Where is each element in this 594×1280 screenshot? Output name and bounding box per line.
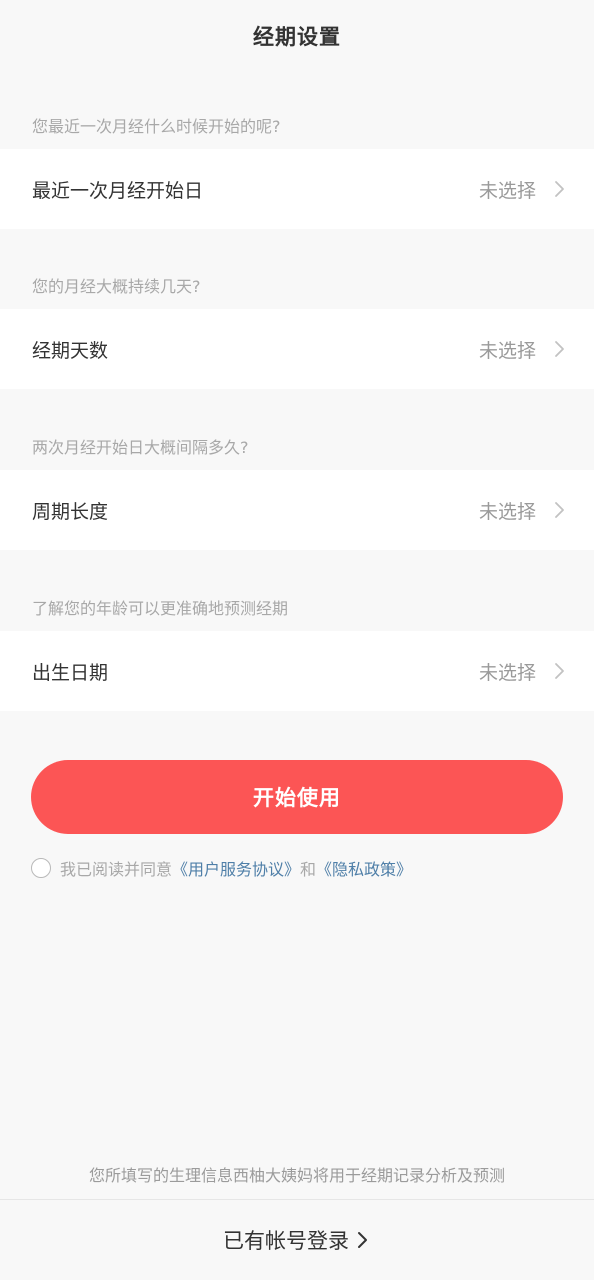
row-period-days[interactable]: 经期天数 未选择 [0,309,594,389]
row-label: 出生日期 [32,661,109,684]
row-value: 未选择 [478,339,536,362]
agreement-prefix: 我已阅读并同意 [60,860,173,879]
footer-note: 您所填写的生理信息西柚大姨妈将用于经期记录分析及预测 [88,1166,505,1185]
start-button[interactable]: 开始使用 [31,760,563,834]
section-hint-last-period: 您最近一次月经什么时候开始的呢? [32,117,281,136]
chevron-right-icon [555,341,564,357]
row-value: 未选择 [478,661,536,684]
row-label: 周期长度 [32,500,109,523]
agreement-checkbox[interactable] [31,858,51,878]
agreement-row: 我已阅读并同意 《用户服务协议》 和 《隐私政策》 [31,857,412,879]
row-label: 经期天数 [32,339,109,362]
chevron-right-icon [555,181,564,197]
existing-account-login-link[interactable]: 已有帐号登录 [0,1200,594,1280]
row-last-period-start[interactable]: 最近一次月经开始日 未选择 [0,149,594,229]
chevron-right-icon [555,502,564,518]
section-hint-period-length: 您的月经大概持续几天? [32,277,201,296]
chevron-right-icon [555,663,564,679]
section-hint-age: 了解您的年龄可以更准确地预测经期 [32,599,289,618]
section-hint-cycle: 两次月经开始日大概间隔多久? [32,438,249,457]
user-agreement-link[interactable]: 《用户服务协议》 [172,856,300,880]
row-label: 最近一次月经开始日 [32,179,204,202]
row-birth-date[interactable]: 出生日期 未选择 [0,631,594,711]
chevron-right-icon [358,1232,367,1248]
page-header: 经期设置 [0,0,594,72]
row-value: 未选择 [478,179,536,202]
login-label: 已有帐号登录 [223,1229,349,1253]
row-cycle-length[interactable]: 周期长度 未选择 [0,470,594,550]
page-title: 经期设置 [253,25,341,49]
row-value: 未选择 [478,500,536,523]
agreement-conjunction: 和 [300,860,317,879]
privacy-policy-link[interactable]: 《隐私政策》 [316,856,412,880]
